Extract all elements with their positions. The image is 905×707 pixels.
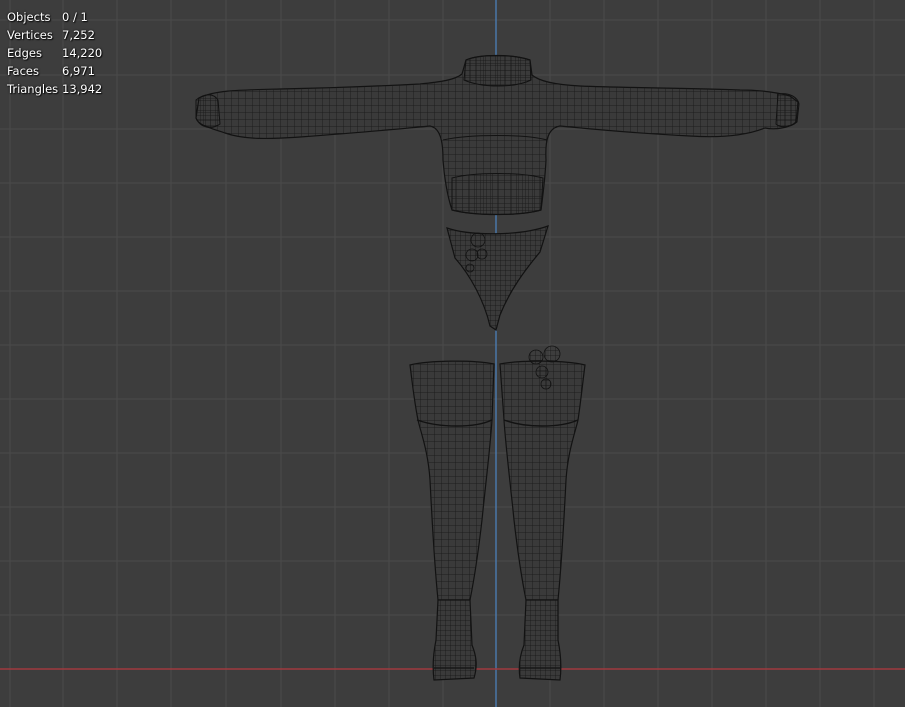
right-stocking-mesh[interactable] [499,345,586,601]
3d-viewport[interactable]: Objects 0 / 1 Vertices 7,252 Edges 14,220 Face… [0,0,905,707]
stat-value: 13,942 [62,82,103,96]
stat-row-faces: Faces 6,971 [7,62,102,80]
stat-row-objects: Objects 0 / 1 [7,8,102,26]
stat-row-vertices: Vertices 7,252 [7,26,102,44]
stat-row-triangles: Triangles 13,942 [7,80,102,98]
left-stocking-mesh[interactable] [409,360,495,601]
right-boot-mesh[interactable] [518,599,562,681]
sweater-mesh[interactable] [195,54,800,216]
stat-label: Triangles [7,82,59,96]
stat-value: 6,971 [62,64,95,78]
bikini-bottom-mesh[interactable] [446,225,549,331]
stat-value: 14,220 [62,46,103,60]
stat-row-edges: Edges 14,220 [7,44,102,62]
stat-label: Objects [7,10,51,24]
stat-label: Vertices [7,28,53,42]
stat-label: Edges [7,46,42,60]
stat-value: 0 / 1 [62,10,88,24]
stat-value: 7,252 [62,28,95,42]
stat-label: Faces [7,64,39,78]
viewport-statistics-overlay: Objects 0 / 1 Vertices 7,252 Edges 14,220 Face… [7,8,102,98]
left-boot-mesh[interactable] [432,599,477,681]
viewport-grid [0,0,905,707]
